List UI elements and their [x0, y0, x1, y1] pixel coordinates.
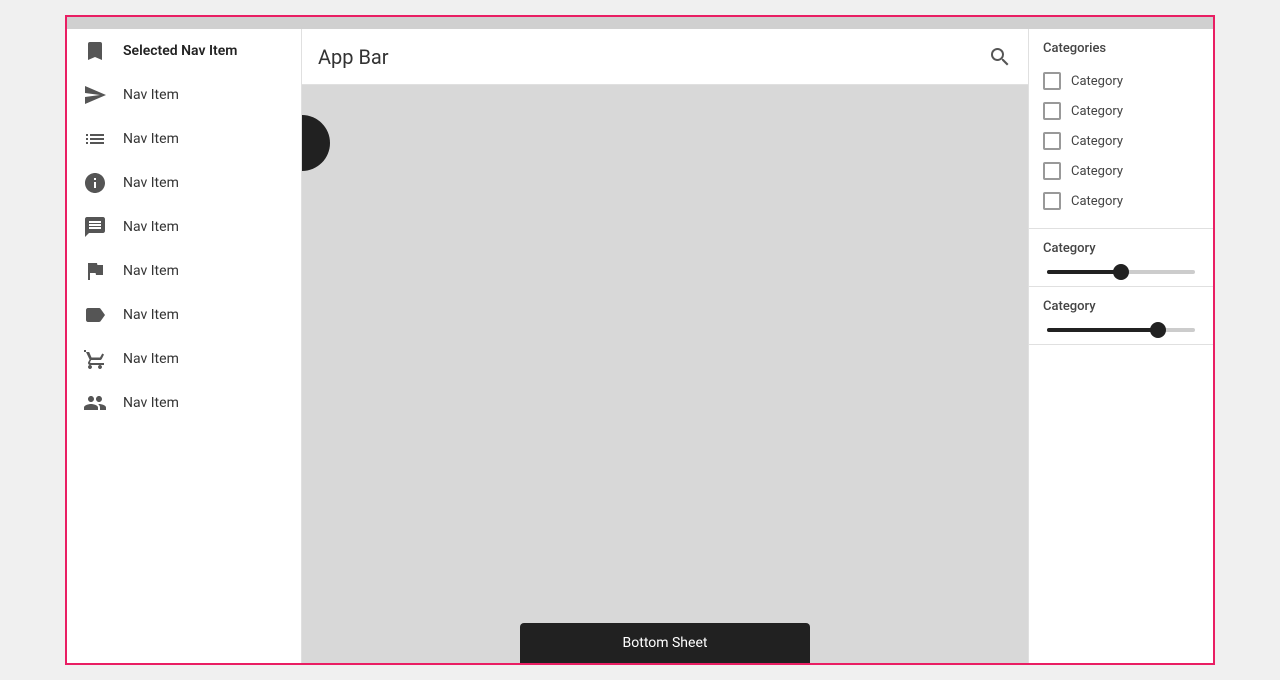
sidebar-item-3-label: Nav Item — [123, 175, 179, 191]
slider-2-thumb[interactable] — [1150, 322, 1166, 338]
slider-2-track[interactable] — [1047, 328, 1195, 332]
fab-button[interactable] — [302, 115, 330, 171]
category-item-3[interactable]: Category — [1043, 156, 1199, 186]
sidebar-item-4-label: Nav Item — [123, 219, 179, 235]
checkbox-3[interactable] — [1043, 162, 1061, 180]
bookmark-icon — [83, 39, 107, 63]
slider-1-fill — [1047, 270, 1121, 274]
sidebar-item-7-label: Nav Item — [123, 351, 179, 367]
category-item-0[interactable]: Category — [1043, 66, 1199, 96]
app-bar: App Bar — [302, 29, 1028, 85]
bottom-sheet-label: Bottom Sheet — [623, 635, 708, 651]
category-item-2[interactable]: Category — [1043, 126, 1199, 156]
main-column: App Bar Bottom Sheet — [302, 29, 1028, 663]
search-icon[interactable] — [988, 45, 1012, 69]
checkbox-0[interactable] — [1043, 72, 1061, 90]
app-bar-title: App Bar — [318, 45, 389, 69]
sidebar-item-4[interactable]: Nav Item — [67, 205, 301, 249]
slider-section-2: Category — [1029, 287, 1213, 345]
info-icon — [83, 171, 107, 195]
category-label-1: Category — [1071, 104, 1123, 119]
slider-section-1: Category — [1029, 229, 1213, 287]
categories-section: Categories Category Category Category — [1029, 29, 1213, 229]
content-wrapper: App Bar Bottom Sheet — [302, 29, 1213, 663]
categories-title: Categories — [1043, 41, 1199, 56]
sidebar-item-6[interactable]: Nav Item — [67, 293, 301, 337]
sidebar-item-7[interactable]: Nav Item — [67, 337, 301, 381]
checkbox-1[interactable] — [1043, 102, 1061, 120]
category-item-4[interactable]: Category — [1043, 186, 1199, 216]
top-status-bar — [67, 17, 1213, 29]
tag-icon — [83, 303, 107, 327]
category-label-4: Category — [1071, 194, 1123, 209]
sidebar-item-8-label: Nav Item — [123, 395, 179, 411]
cart-icon — [83, 347, 107, 371]
bottom-sheet[interactable]: Bottom Sheet — [520, 623, 810, 663]
sidebar-item-1[interactable]: Nav Item — [67, 73, 301, 117]
sidebar-item-2-label: Nav Item — [123, 131, 179, 147]
category-item-1[interactable]: Category — [1043, 96, 1199, 126]
checkbox-2[interactable] — [1043, 132, 1061, 150]
main-area: Selected Nav Item Nav Item Nav Item — [67, 29, 1213, 663]
send-icon — [83, 83, 107, 107]
category-label-0: Category — [1071, 74, 1123, 89]
flag-icon — [83, 259, 107, 283]
sidebar-item-2[interactable]: Nav Item — [67, 117, 301, 161]
sidebar-item-5[interactable]: Nav Item — [67, 249, 301, 293]
sidebar-item-selected-label: Selected Nav Item — [123, 43, 237, 59]
category-label-2: Category — [1071, 134, 1123, 149]
sidebar-item-5-label: Nav Item — [123, 263, 179, 279]
sidebar: Selected Nav Item Nav Item Nav Item — [67, 29, 302, 663]
chat-icon — [83, 215, 107, 239]
sidebar-item-6-label: Nav Item — [123, 307, 179, 323]
group-icon — [83, 391, 107, 415]
list-icon — [83, 127, 107, 151]
slider-2-title: Category — [1043, 299, 1199, 314]
app-container: Selected Nav Item Nav Item Nav Item — [65, 15, 1215, 665]
sidebar-item-1-label: Nav Item — [123, 87, 179, 103]
category-label-3: Category — [1071, 164, 1123, 179]
content-area: Bottom Sheet — [302, 85, 1028, 663]
checkbox-4[interactable] — [1043, 192, 1061, 210]
slider-2-fill — [1047, 328, 1158, 332]
outer-frame: Selected Nav Item Nav Item Nav Item — [0, 0, 1280, 680]
slider-1-thumb[interactable] — [1113, 264, 1129, 280]
slider-1-track[interactable] — [1047, 270, 1195, 274]
slider-1-title: Category — [1043, 241, 1199, 256]
right-panel: Categories Category Category Category — [1028, 29, 1213, 663]
sidebar-item-selected[interactable]: Selected Nav Item — [67, 29, 301, 73]
sidebar-item-8[interactable]: Nav Item — [67, 381, 301, 425]
sidebar-item-3[interactable]: Nav Item — [67, 161, 301, 205]
